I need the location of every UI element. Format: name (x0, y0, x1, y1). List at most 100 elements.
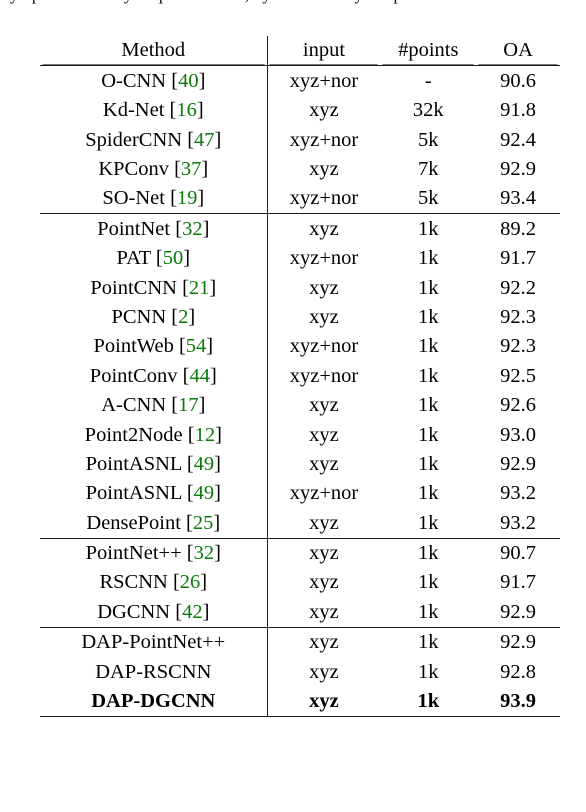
table-row: Kd-Net [16] xyz 32k 91.8 (40, 95, 560, 126)
cell-input: xyz (309, 423, 339, 446)
cell-method: PointWeb [54] (40, 331, 268, 362)
cell-oa: 92.3 (500, 305, 537, 328)
cell-method: PAT [50] (40, 243, 268, 274)
cell-input: xyz (309, 452, 339, 475)
cell-oa: 92.5 (500, 364, 537, 387)
cell-method: DGCNN [42] (40, 597, 268, 628)
cell-method: PointNet [32] (40, 213, 268, 244)
cell-oa: 92.9 (500, 600, 537, 623)
table-row: PointNet [32] xyz 1k 89.2 (40, 213, 560, 244)
cell-input: xyz (309, 511, 339, 534)
cell-points: 1k (380, 213, 477, 244)
cell-oa: 93.2 (500, 482, 537, 505)
cell-points: - (380, 65, 477, 96)
cell-input: xyz (309, 158, 339, 180)
cell-input: xyz (267, 686, 381, 717)
cell-points: 1k (418, 305, 439, 328)
cell-oa: 89.2 (476, 213, 560, 244)
table-row: DAP-RSCNN xyz 1k 92.8 (40, 657, 560, 687)
cell-input: xyz+nor (289, 128, 359, 151)
cell-oa: 91.7 (500, 247, 537, 270)
cell-input: xyz (267, 537, 381, 569)
cell-oa: 92.3 (500, 335, 537, 358)
cut-off-text-line-above-table: y operate directly on point clouds, xyz … (0, 0, 586, 14)
cell-oa: 93.0 (500, 423, 537, 446)
table-row: RSCNN [26] xyz 1k 91.7 (40, 568, 560, 598)
cell-input: xyz+nor (289, 247, 359, 270)
cell-points: 32k (412, 99, 444, 122)
cell-oa: 92.4 (500, 128, 537, 151)
cell-method: RSCNN [26] (40, 568, 268, 598)
cell-method: DensePoint [25] (40, 508, 268, 539)
column-header-oa: OA (503, 39, 533, 62)
cell-points: 1k (418, 482, 439, 505)
cell-points: 1k (418, 335, 439, 358)
table-row: PAT [50] xyz+nor 1k 91.7 (40, 243, 560, 274)
cell-oa: 90.7 (476, 537, 560, 569)
cell-oa: 91.8 (500, 99, 537, 122)
cell-method: KPConv [37] (40, 154, 268, 184)
cell-input: xyz+nor (289, 335, 359, 358)
cell-oa: 90.6 (476, 65, 560, 96)
cell-method: DAP-DGCNN (40, 686, 268, 717)
cell-points: 1k (418, 600, 439, 623)
cell-points: 5k (418, 128, 439, 151)
cell-input: xyz (267, 213, 381, 244)
cell-points: 1k (418, 394, 439, 417)
cell-input: xyz (309, 99, 339, 122)
cell-input: xyz (309, 571, 339, 594)
cell-method: Kd-Net [16] (40, 95, 268, 126)
cell-oa: 92.9 (500, 452, 537, 475)
cell-input: xyz+nor (289, 482, 359, 505)
table-row: DAP-DGCNN xyz 1k 93.9 (40, 686, 560, 717)
cell-method: PointConv [44] (40, 361, 268, 391)
table-row: A-CNN [17] xyz 1k 92.6 (40, 390, 560, 421)
cell-oa: 92.9 (476, 626, 560, 658)
table-row: SpiderCNN [47] xyz+nor 5k 92.4 (40, 125, 560, 155)
cell-points: 1k (418, 452, 439, 475)
table-row: PointASNL [49] xyz 1k 92.9 (40, 449, 560, 479)
cell-method: PCNN [2] (40, 302, 268, 332)
cell-oa: 92.6 (500, 394, 537, 417)
cell-points: 5k (418, 187, 439, 210)
table-row: O-CNN [40] xyz+nor -90.6 (40, 65, 560, 96)
cell-oa: 93.4 (500, 187, 537, 210)
cell-method: PointNet++ [32] (40, 537, 268, 569)
table-row: PointNet++ [32] xyz 1k 90.7 (40, 537, 560, 569)
cell-oa: 93.9 (476, 686, 560, 717)
table-row: SO-Net [19] xyz+nor 5k 93.4 (40, 183, 560, 214)
cell-points: 1k (418, 247, 439, 270)
cell-method: SpiderCNN [47] (40, 125, 268, 155)
cell-oa: 92.2 (500, 276, 537, 299)
table-row: DGCNN [42] xyz 1k 92.9 (40, 597, 560, 628)
table-row: PCNN [2] xyz 1k 92.3 (40, 302, 560, 332)
table-row: DensePoint [25] xyz 1k 93.2 (40, 508, 560, 539)
cell-input: xyz (309, 276, 339, 299)
cell-method: Point2Node [12] (40, 420, 268, 450)
cell-input: xyz (309, 305, 339, 328)
cell-points: 1k (418, 660, 439, 683)
cell-points: 1k (418, 571, 439, 594)
column-header-input: input (302, 39, 346, 62)
cell-input: xyz+nor (267, 65, 381, 96)
cell-method: PointCNN [21] (40, 273, 268, 303)
cell-method: O-CNN [40] (40, 65, 268, 96)
cell-points: 1k (380, 626, 477, 658)
previous-paragraph-text: y operate directly on point clouds, xyz … (10, 0, 576, 5)
cell-oa: 92.8 (500, 660, 537, 683)
cell-points: 1k (418, 276, 439, 299)
cell-method: A-CNN [17] (40, 390, 268, 421)
table-header: Method input #points OA (40, 36, 560, 66)
table-row: PointWeb [54] xyz+nor 1k 92.3 (40, 331, 560, 362)
table-body: O-CNN [40] xyz+nor -90.6 Kd-Net [16] xyz 32k 9… (40, 65, 560, 717)
table-row: DAP-PointNet++ xyz 1k 92.9 (40, 626, 560, 658)
cell-points: 1k (380, 686, 477, 717)
table-row: Point2Node [12] xyz 1k 93.0 (40, 420, 560, 450)
cell-input: xyz (309, 394, 339, 417)
cell-points: 7k (418, 158, 439, 180)
cell-method: SO-Net [19] (40, 183, 268, 214)
cell-input: xyz (309, 660, 339, 683)
results-table-container: Method input #points OA O-CNN [40] xyz+no… (40, 36, 560, 717)
cell-method: PointASNL [49] (40, 478, 268, 509)
table-row: KPConv [37] xyz 7k 92.9 (40, 154, 560, 184)
